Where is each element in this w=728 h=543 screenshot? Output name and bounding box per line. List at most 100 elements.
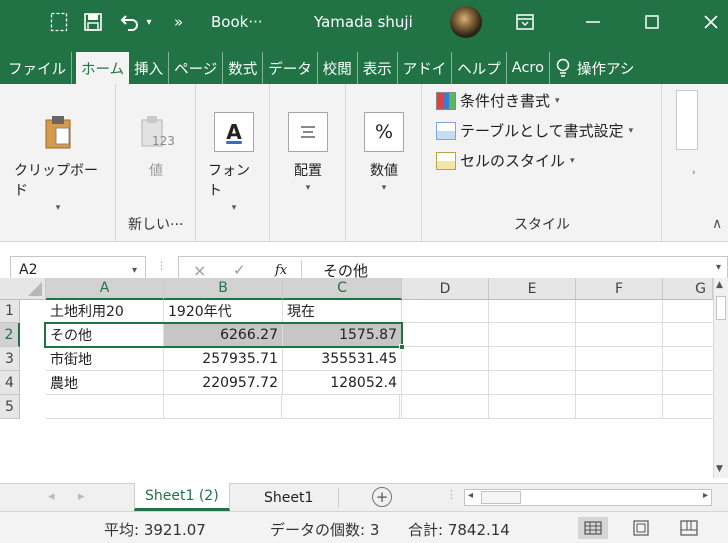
enter-icon[interactable]: ✓ — [233, 261, 246, 279]
font-color-icon: A — [214, 112, 254, 152]
name-box-value: A2 — [19, 262, 38, 278]
tab-data[interactable]: データ — [263, 52, 318, 84]
conditional-formatting-label: 条件付き書式 — [460, 92, 551, 110]
row-5-cells[interactable] — [46, 395, 402, 419]
cell-styles-label: セルのスタイル — [460, 152, 566, 170]
close-icon[interactable] — [696, 0, 726, 44]
align-center-icon — [288, 112, 328, 152]
qat-overflow[interactable]: » — [174, 13, 183, 31]
alignment-label: 配置 — [294, 163, 322, 179]
tab-acrobat[interactable]: Acro — [507, 52, 550, 84]
row-header-1[interactable]: 1 — [0, 300, 20, 323]
tell-me-search[interactable]: 操作アシ — [550, 52, 639, 84]
horizontal-scroll-thumb[interactable] — [481, 491, 521, 504]
minimize-icon[interactable] — [578, 0, 608, 44]
name-box-dropdown-icon[interactable]: ▾ — [132, 265, 137, 276]
tab-review[interactable]: 校閲 — [318, 52, 358, 84]
select-all-button[interactable] — [0, 278, 46, 300]
cell-b1[interactable]: 1920年代 — [164, 300, 283, 323]
row-header-5[interactable]: 5 — [0, 395, 20, 419]
tab-formulas[interactable]: 数式 — [223, 52, 264, 84]
prev-sheet-icon[interactable]: ◂ — [48, 489, 55, 504]
column-header-b[interactable]: B — [164, 278, 283, 300]
clipboard-button[interactable]: クリップボード ▾ — [14, 112, 102, 213]
cell-b3[interactable]: 257935.71 — [164, 347, 283, 371]
column-header-g[interactable]: G — [663, 278, 713, 300]
fill-handle[interactable] — [399, 344, 405, 350]
scroll-up-icon[interactable]: ▲ — [716, 280, 723, 290]
column-header-e[interactable]: E — [489, 278, 576, 300]
page-layout-view-button[interactable] — [626, 517, 656, 539]
column-header-c[interactable]: C — [283, 278, 402, 300]
user-name[interactable]: Yamada shuji — [314, 13, 413, 31]
cell-a1[interactable]: 土地利用20 — [46, 300, 164, 323]
alignment-button[interactable]: 配置 ▾ — [284, 112, 332, 193]
tab-file[interactable]: ファイル — [0, 52, 72, 84]
cell-a4[interactable]: 農地 — [46, 371, 164, 395]
new-group-label: 新しい··· — [128, 217, 184, 233]
vertical-scroll-thumb[interactable] — [716, 296, 726, 320]
sheet-tab-sheet1-2[interactable]: Sheet1 (2) — [134, 483, 230, 511]
cells-button[interactable] — [676, 90, 698, 150]
scroll-down-icon[interactable]: ▼ — [716, 464, 723, 474]
scroll-right-icon[interactable]: ▸ — [703, 490, 708, 501]
number-button[interactable]: % 数値 ▾ — [360, 112, 408, 193]
worksheet-grid: A B C D E F G 1 2 3 4 5 土地利用20 1920年代 現在… — [0, 278, 728, 478]
paste-values-number: 123 — [152, 134, 175, 148]
cell-b4[interactable]: 220957.72 — [164, 371, 283, 395]
font-button[interactable]: A フォント ▾ — [208, 112, 260, 213]
scroll-left-icon[interactable]: ◂ — [468, 490, 473, 501]
touch-mode-icon[interactable] — [46, 0, 72, 44]
user-avatar[interactable] — [450, 6, 482, 38]
conditional-formatting-button[interactable]: 条件付き書式 ▾ — [436, 90, 560, 111]
cell-c3[interactable]: 355531.45 — [283, 347, 402, 371]
format-as-table-button[interactable]: テーブルとして書式設定 ▾ — [436, 120, 633, 141]
tab-split-handle[interactable]: ⋮ — [446, 488, 457, 501]
insert-function-icon[interactable]: fx — [275, 263, 287, 278]
ribbon-display-options-icon[interactable] — [512, 0, 538, 44]
save-icon[interactable] — [80, 0, 106, 44]
row-header-2[interactable]: 2 — [0, 323, 20, 347]
normal-view-button[interactable] — [578, 517, 608, 539]
horizontal-scrollbar[interactable]: ◂ ▸ — [464, 489, 712, 506]
cell-styles-button[interactable]: セルのスタイル ▾ — [436, 150, 575, 171]
styles-group-label: スタイル — [514, 217, 570, 233]
add-sheet-button[interactable]: + — [372, 487, 392, 507]
tab-insert[interactable]: 挿入 — [129, 52, 170, 84]
vertical-scrollbar[interactable]: ▲ ▼ — [713, 278, 728, 478]
tab-home[interactable]: ホーム — [76, 52, 130, 84]
collapse-ribbon-icon[interactable]: ∧ — [712, 216, 722, 232]
column-header-f[interactable]: F — [576, 278, 663, 300]
cell-c4[interactable]: 128052.4 — [283, 371, 402, 395]
paste-values-button[interactable]: 123 値 — [128, 112, 184, 180]
row-header-3[interactable]: 3 — [0, 347, 20, 371]
formula-bar-grip[interactable]: ⋮ — [156, 259, 167, 272]
tab-addins[interactable]: アドイ — [398, 52, 453, 84]
column-header-a[interactable]: A — [46, 278, 164, 300]
clipboard-icon — [38, 112, 78, 152]
cell-c1[interactable]: 現在 — [283, 300, 402, 323]
cells-expand-icon[interactable]: › — [692, 168, 696, 178]
sheet-tab-sheet1[interactable]: Sheet1 — [254, 484, 323, 511]
format-as-table-label: テーブルとして書式設定 — [460, 122, 624, 140]
document-title: Book··· — [211, 13, 263, 31]
tab-page-layout[interactable]: ページ — [169, 52, 224, 84]
cell-a3[interactable]: 市街地 — [46, 347, 164, 371]
undo-dropdown-icon[interactable]: ▾ — [142, 0, 156, 44]
page-break-view-button[interactable] — [674, 517, 704, 539]
column-header-d[interactable]: D — [402, 278, 489, 300]
status-average: 平均: 3921.07 — [104, 521, 206, 539]
tab-help[interactable]: ヘルプ — [452, 52, 507, 84]
row-header-4[interactable]: 4 — [0, 371, 20, 395]
undo-icon[interactable] — [117, 0, 143, 44]
ribbon-home: クリップボード ▾ 123 値 新しい··· A フォント ▾ 配置 ▾ % 数… — [0, 84, 728, 242]
next-sheet-icon[interactable]: ▸ — [78, 489, 85, 504]
clipboard-dropdown-icon: ▾ — [55, 203, 61, 213]
clipboard-group: クリップボード ▾ — [0, 84, 116, 242]
tab-view[interactable]: 表示 — [358, 52, 398, 84]
selection-range — [44, 322, 403, 348]
empty-cells[interactable] — [402, 300, 713, 419]
cancel-icon[interactable]: × — [193, 261, 206, 280]
maximize-icon[interactable] — [637, 0, 667, 44]
expand-formula-bar-icon[interactable]: ▾ — [716, 262, 721, 273]
